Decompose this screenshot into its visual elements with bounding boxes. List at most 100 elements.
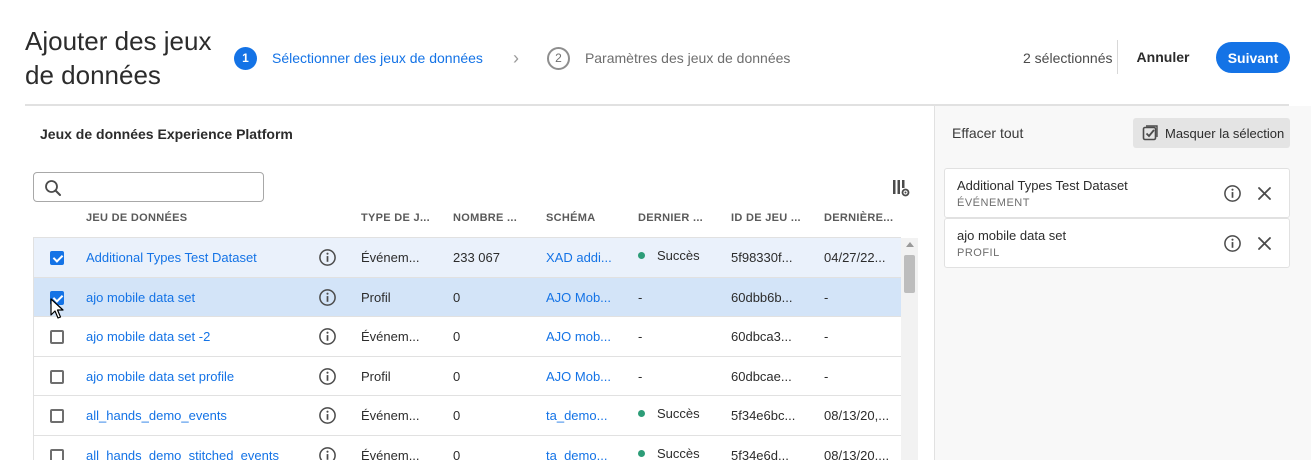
selected-dataset-type: PROFIL [957, 247, 1000, 259]
record-count: 0 [453, 368, 461, 384]
status-dot [638, 449, 645, 457]
column-header-count[interactable]: NOMBRE ... [453, 212, 517, 224]
dataset-name-link[interactable]: ajo mobile data set profile [86, 369, 234, 384]
close-icon[interactable] [1257, 236, 1272, 251]
row-checkbox[interactable] [50, 448, 64, 460]
dataset-name-link[interactable]: all_hands_demo_events [86, 408, 227, 423]
last-status: Succès [638, 446, 700, 460]
dataset-id: 5f34e6d... [731, 447, 789, 460]
last-date: 08/13/20,... [824, 408, 890, 423]
table-row[interactable]: ajo mobile data set -2 Événem... 0 AJO m… [34, 317, 901, 357]
divider [1117, 40, 1118, 74]
checkbox-icon [1142, 125, 1158, 141]
schema-link[interactable]: XAD addi... [546, 250, 612, 265]
next-button[interactable]: Suivant [1216, 42, 1290, 73]
datasets-table: Additional Types Test Dataset Événem... … [33, 237, 901, 460]
row-checkbox[interactable] [50, 330, 64, 344]
section-title: Jeux de données Experience Platform [40, 126, 293, 142]
last-date: 04/27/22... [824, 250, 886, 265]
schema-link[interactable]: ta_demo... [546, 448, 607, 460]
dataset-id: 5f34e6bc... [731, 408, 796, 423]
dataset-name-link[interactable]: Additional Types Test Dataset [86, 250, 257, 265]
dataset-type: Événem... [361, 329, 420, 344]
selected-dataset-type: ÉVÉNEMENT [957, 197, 1030, 209]
dataset-id: 5f98330f... [731, 250, 793, 265]
table-row[interactable]: ajo mobile data set Profil 0 AJO Mob... … [34, 277, 901, 317]
table-row[interactable]: all_hands_demo_stitched_events Événem...… [34, 435, 901, 460]
stepper: 1 Sélectionner des jeux de données › 2 P… [234, 46, 790, 70]
dataset-name-link[interactable]: ajo mobile data set [86, 290, 195, 305]
step-2-number: 2 [546, 46, 570, 70]
dataset-name-link[interactable]: all_hands_demo_stitched_events [86, 448, 279, 460]
page-title: Ajouter des jeux de données [25, 26, 212, 90]
selected-dataset-card: Additional Types Test Dataset ÉVÉNEMENT [944, 168, 1290, 218]
info-icon[interactable] [318, 327, 337, 346]
clear-all-link[interactable]: Effacer tout [952, 125, 1023, 141]
search-field[interactable] [33, 172, 264, 202]
dataset-type: Événem... [361, 447, 420, 460]
status-dot [638, 252, 645, 259]
record-count: 0 [453, 447, 461, 460]
cancel-button[interactable]: Annuler [1128, 42, 1198, 72]
schema-link[interactable]: AJO Mob... [546, 369, 611, 384]
last-status: Succès [638, 406, 700, 421]
dataset-type: Profil [361, 289, 391, 305]
scroll-up-arrow-icon[interactable] [906, 242, 914, 247]
chevron-right-icon: › [512, 47, 519, 68]
close-icon[interactable] [1257, 186, 1272, 201]
selected-count: 2 sélectionnés [1023, 50, 1113, 66]
dataset-type: Événem... [361, 250, 420, 265]
selected-dataset-card: ajo mobile data set PROFIL [944, 218, 1290, 268]
dataset-id: 60dbcae... [731, 368, 792, 384]
column-header-id[interactable]: ID DE JEU ... [731, 212, 801, 224]
schema-link[interactable]: AJO mob... [546, 329, 611, 344]
step-2-label[interactable]: Paramètres des jeux de données [585, 50, 790, 66]
panel-divider [934, 106, 935, 460]
table-row[interactable]: all_hands_demo_events Événem... 0 ta_dem… [34, 396, 901, 436]
table-scrollbar[interactable] [901, 238, 918, 460]
last-date: - [824, 329, 829, 344]
info-icon[interactable] [1223, 234, 1242, 253]
hide-selection-label: Masquer la sélection [1165, 125, 1285, 141]
column-header-schema[interactable]: SCHÉMA [546, 212, 595, 224]
last-status: - [638, 329, 643, 344]
column-header-type[interactable]: TYPE DE J... [361, 212, 430, 224]
column-header-last-date[interactable]: DERNIÈRE... [824, 212, 893, 224]
dataset-name-link[interactable]: ajo mobile data set -2 [86, 329, 210, 344]
info-icon[interactable] [1223, 184, 1242, 203]
hide-selection-button[interactable]: Masquer la sélection [1133, 118, 1290, 148]
schema-link[interactable]: ta_demo... [546, 408, 607, 423]
record-count: 233 067 [453, 250, 500, 265]
row-checkbox[interactable] [50, 369, 64, 384]
table-row[interactable]: ajo mobile data set profile Profil 0 AJO… [34, 356, 901, 396]
record-count: 0 [453, 289, 461, 305]
info-icon[interactable] [318, 248, 337, 267]
column-settings-icon[interactable] [892, 179, 910, 197]
dataset-id: 60dbca3... [731, 329, 792, 344]
dataset-id: 60dbb6b... [731, 289, 793, 305]
mouse-cursor-icon [50, 298, 64, 319]
table-row[interactable]: Additional Types Test Dataset Événem... … [34, 238, 901, 278]
search-icon [45, 180, 61, 196]
dataset-type: Profil [361, 368, 391, 384]
last-date: - [824, 368, 829, 384]
selected-dataset-name: Additional Types Test Dataset [957, 178, 1128, 193]
row-checkbox[interactable] [50, 251, 64, 265]
table-header: JEU DE DONNÉES TYPE DE J... NOMBRE ... S… [33, 212, 901, 230]
info-icon[interactable] [318, 406, 337, 425]
schema-link[interactable]: AJO Mob... [546, 290, 611, 305]
scroll-thumb[interactable] [904, 255, 915, 293]
last-status: Succès [638, 248, 700, 263]
info-icon[interactable] [318, 288, 337, 307]
last-date: - [824, 289, 829, 305]
column-header-last-status[interactable]: DERNIER ... [638, 212, 703, 224]
last-status: - [638, 289, 643, 305]
row-checkbox[interactable] [50, 409, 64, 423]
info-icon[interactable] [318, 367, 337, 386]
column-header-name[interactable]: JEU DE DONNÉES [86, 212, 187, 224]
search-input[interactable] [68, 177, 258, 197]
step-1-number: 1 [234, 46, 257, 70]
step-1-label[interactable]: Sélectionner des jeux de données [272, 50, 483, 66]
record-count: 0 [453, 329, 461, 344]
info-icon[interactable] [318, 446, 337, 460]
